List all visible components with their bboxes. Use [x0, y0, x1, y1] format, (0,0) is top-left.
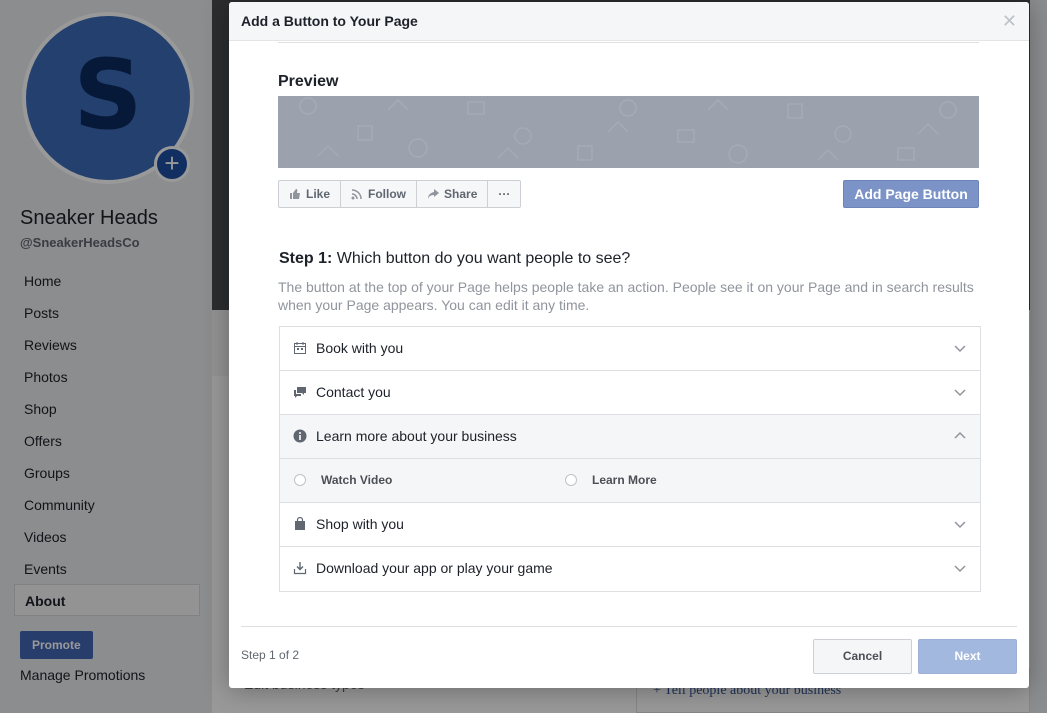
option-contact[interactable]: Contact you	[280, 371, 980, 415]
step-counter: Step 1 of 2	[241, 648, 300, 662]
option-book[interactable]: Book with you	[280, 327, 980, 371]
option-contact-label: Contact you	[316, 384, 391, 400]
follow-label: Follow	[368, 187, 407, 201]
more-icon: ···	[498, 187, 511, 201]
rss-icon	[351, 189, 362, 200]
option-shop[interactable]: Shop with you	[280, 503, 980, 547]
follow-button[interactable]: Follow	[341, 181, 418, 207]
step-number: Step 1:	[279, 250, 333, 267]
learn-more-radio[interactable]	[565, 474, 577, 486]
chevron-down-icon	[954, 345, 966, 353]
preview-cover-image	[278, 96, 979, 168]
option-shop-label: Shop with you	[316, 516, 404, 532]
download-icon	[293, 562, 307, 575]
learn-sub-options: Watch Video Learn More	[280, 459, 980, 503]
shopping-bag-icon	[295, 517, 305, 530]
option-book-label: Book with you	[316, 340, 404, 356]
share-button[interactable]: Share	[417, 181, 489, 207]
thumbs-up-icon	[290, 189, 300, 199]
dialog-title: Add a Button to Your Page	[241, 13, 418, 29]
watch-video-radio[interactable]	[294, 474, 306, 486]
chevron-up-icon	[954, 431, 966, 439]
footer-divider	[241, 626, 1017, 627]
preview-heading: Preview	[278, 73, 339, 90]
share-label: Share	[444, 187, 478, 201]
watch-video-label[interactable]: Watch Video	[321, 473, 392, 487]
preview-action-bar: Like Follow Share ···	[278, 180, 522, 208]
next-button[interactable]: Next	[918, 639, 1017, 674]
divider	[278, 42, 979, 43]
button-options-list: Book with you Contact you Learn more abo…	[279, 326, 981, 592]
option-download[interactable]: Download your app or play your game	[280, 547, 980, 591]
option-download-label: Download your app or play your game	[316, 560, 553, 576]
option-learn-label: Learn more about your business	[316, 428, 517, 444]
learn-more-label[interactable]: Learn More	[592, 473, 657, 487]
cancel-button[interactable]: Cancel	[813, 639, 912, 674]
like-label: Like	[306, 187, 331, 201]
dialog-header: Add a Button to Your Page ✕	[229, 2, 1029, 41]
close-icon[interactable]: ✕	[1002, 11, 1017, 32]
more-options-button[interactable]: ···	[488, 181, 520, 207]
info-icon	[293, 429, 307, 443]
step-question: Which button do you want people to see?	[332, 250, 631, 267]
chat-bubbles-icon	[294, 387, 306, 398]
add-button-dialog: Add a Button to Your Page ✕ Preview Like…	[229, 2, 1029, 688]
calendar-icon	[294, 342, 306, 354]
chevron-down-icon	[954, 389, 966, 397]
option-learn[interactable]: Learn more about your business	[280, 415, 980, 459]
share-arrow-icon	[428, 189, 440, 199]
chevron-down-icon	[954, 565, 966, 573]
like-button[interactable]: Like	[279, 181, 342, 207]
step-heading: Step 1: Which button do you want people …	[279, 250, 630, 268]
chevron-down-icon	[954, 521, 966, 529]
step-description: The button at the top of your Page helps…	[278, 279, 974, 313]
add-page-button[interactable]: Add Page Button	[843, 180, 979, 208]
